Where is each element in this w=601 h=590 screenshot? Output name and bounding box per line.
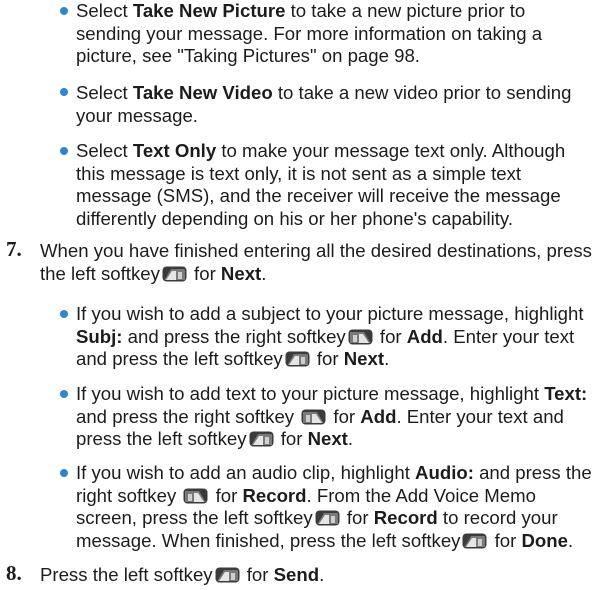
bullet-marker: [60, 147, 68, 155]
bullet-add-text: If you wish to add text to your picture …: [76, 383, 588, 450]
step-7-text: When you have finished entering all the …: [40, 240, 592, 284]
right-softkey-icon: [183, 488, 208, 504]
bullet-add-subject: If you wish to add a subject to your pic…: [76, 303, 584, 370]
bullet-marker: [60, 310, 68, 318]
right-softkey-icon: [301, 409, 326, 425]
bullet-add-audio: If you wish to add an audio clip, highli…: [76, 462, 592, 551]
bullet-marker: [60, 469, 68, 477]
manual-page: Select Take New Picture to take a new pi…: [0, 0, 601, 590]
step-number: 7.: [6, 237, 22, 261]
bullet-marker: [60, 390, 68, 398]
left-softkey-icon: [315, 510, 340, 526]
bullet-take-new-picture: Select Take New Picture to take a new pi…: [76, 0, 543, 67]
bullet-text-only: Select Text Only to make your message te…: [76, 140, 566, 229]
bullet-marker: [60, 88, 68, 96]
step-number: 8.: [6, 561, 22, 585]
step-8-text: Press the left softkey for Send.: [40, 564, 325, 585]
bullet-take-new-video: Select Take New Video to take a new vide…: [76, 82, 572, 126]
left-softkey-icon: [462, 533, 487, 549]
left-softkey-icon: [285, 351, 310, 367]
left-softkey-icon: [249, 431, 274, 447]
right-softkey-icon: [348, 329, 373, 345]
left-softkey-icon: [162, 266, 187, 282]
bullet-marker: [60, 7, 68, 15]
left-softkey-icon: [215, 567, 240, 583]
